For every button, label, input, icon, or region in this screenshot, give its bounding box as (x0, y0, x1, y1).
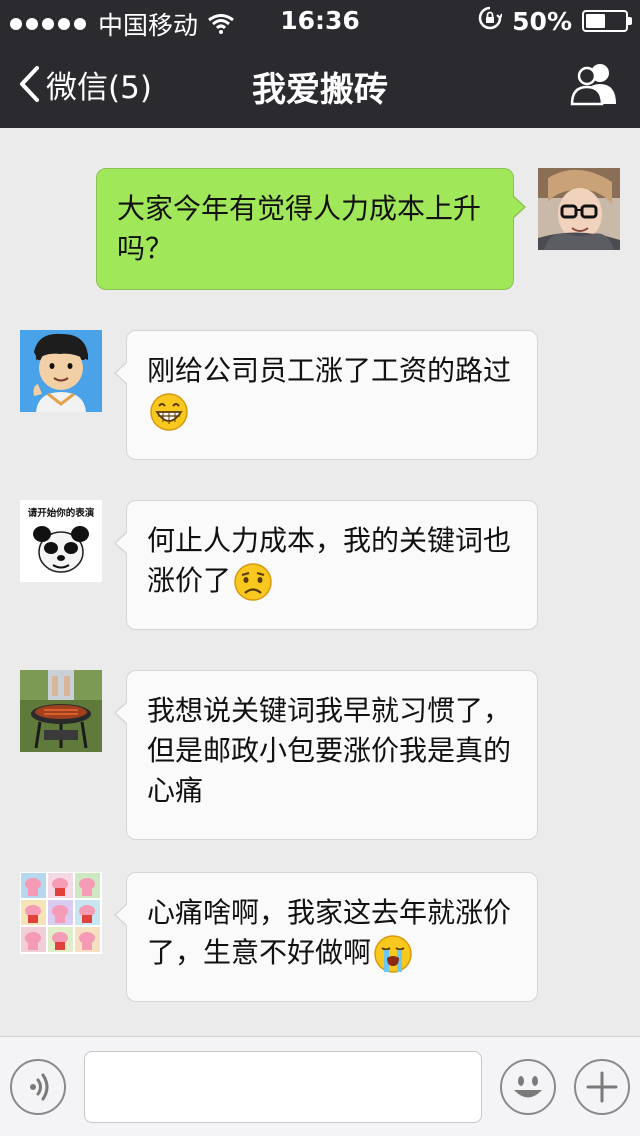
input-bar (0, 1036, 640, 1136)
message-bubble-incoming[interactable]: 心痛啥啊，我家这去年就涨价 了，生意不好做啊 (114, 872, 538, 1002)
message-text: 我想说关键词我早就习惯了， (147, 694, 512, 727)
back-button[interactable]: 微信(5) (18, 62, 152, 106)
message-text: 心痛啥啊，我家这去年就涨价 (147, 896, 512, 929)
message-input[interactable] (84, 1051, 482, 1123)
avatar-bbq-photo[interactable] (20, 670, 102, 752)
message-bubble-outgoing[interactable]: 大家今年有觉得人力成本上升 吗？ (96, 168, 526, 290)
message-text: 但是邮政小包要涨价我是真的 (147, 734, 512, 767)
message-text: 何止人力成本，我的关键词也 (147, 524, 512, 557)
smiley-icon (514, 1076, 542, 1098)
message-text: 涨价了 (147, 564, 232, 597)
nav-bar: 微信(5) 我爱搬砖 (0, 40, 640, 128)
avatar-self[interactable] (538, 168, 620, 250)
voice-button[interactable] (10, 1059, 66, 1115)
avatar-cartoon-boy[interactable] (20, 330, 102, 412)
chat-area[interactable]: 大家今年有觉得人力成本上升 吗？ 刚给公司员工涨了工资的路过 请开始你的表演 何… (0, 128, 640, 1036)
emoji-button[interactable] (500, 1059, 556, 1115)
frowning-emoji (233, 562, 273, 602)
svg-text:请开始你的表演: 请开始你的表演 (28, 507, 95, 519)
message-text: 刚给公司员工涨了工资的路过 (147, 354, 512, 387)
plus-icon (586, 1071, 618, 1103)
group-info-button[interactable] (570, 62, 618, 106)
message-bubble-incoming[interactable]: 我想说关键词我早就习惯了， 但是邮政小包要涨价我是真的 心痛 (114, 670, 538, 840)
chevron-left-icon (20, 66, 39, 102)
back-label: 微信(5) (46, 69, 152, 106)
message-text: 吗？ (117, 232, 174, 265)
avatar-panda-meme[interactable]: 请开始你的表演 (20, 500, 102, 582)
group-contacts-icon (570, 64, 616, 106)
message-bubble-incoming[interactable]: 何止人力成本，我的关键词也 涨价了 (114, 500, 538, 630)
message-text: 心痛 (147, 774, 204, 807)
grinning-emoji (149, 392, 189, 432)
battery-percent: 50% (512, 6, 572, 36)
status-bar: 中国移动 16:36 50% (0, 0, 640, 40)
top-bar: 中国移动 16:36 50% 微信(5) 我爱搬砖 (0, 0, 640, 128)
voice-icon (30, 1073, 49, 1101)
wifi-icon (208, 14, 234, 34)
carrier-name: 中国移动 (98, 11, 199, 40)
more-button[interactable] (574, 1059, 630, 1115)
message-text: 了，生意不好做啊 (147, 936, 372, 969)
crying-emoji (373, 934, 413, 974)
signal-strength-icon (10, 18, 86, 30)
rotation-lock-icon (478, 6, 504, 36)
message-bubble-incoming[interactable]: 刚给公司员工涨了工资的路过 (114, 330, 538, 460)
message-text: 大家今年有觉得人力成本上升 (117, 192, 482, 225)
battery-icon (582, 10, 632, 32)
avatar-peppa-pig-grid[interactable] (20, 872, 102, 954)
